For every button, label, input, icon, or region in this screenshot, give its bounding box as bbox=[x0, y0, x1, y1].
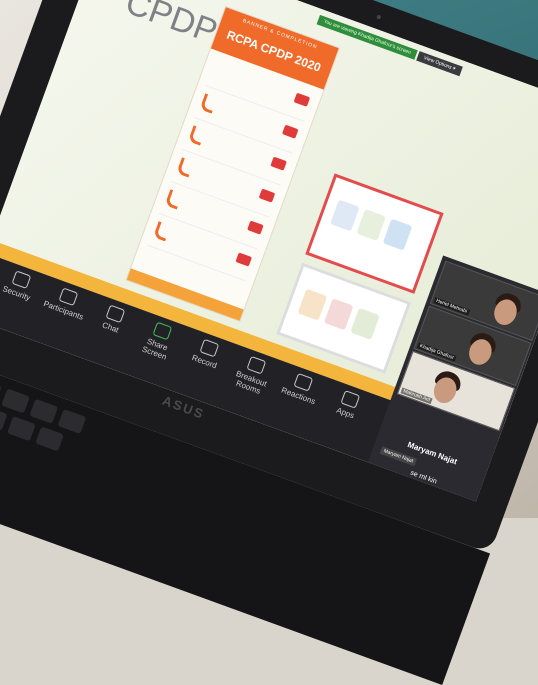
keyboard-key bbox=[29, 398, 59, 424]
view-options-button[interactable]: View Options ▾ bbox=[416, 51, 463, 77]
curved-arrow-icon bbox=[199, 93, 218, 114]
thumb-tile bbox=[382, 218, 413, 251]
play-icon bbox=[235, 252, 253, 267]
keyboard-key bbox=[0, 378, 2, 404]
keyboard-key bbox=[1, 388, 30, 414]
thumb-tile bbox=[297, 288, 328, 321]
keyboard-key bbox=[7, 416, 36, 442]
play-icon bbox=[281, 124, 299, 139]
slide-title: CPDP bbox=[120, 0, 223, 52]
play-icon bbox=[270, 156, 287, 171]
thumb-tile bbox=[330, 199, 360, 232]
thumb-tile bbox=[323, 298, 354, 331]
curved-arrow-icon bbox=[152, 221, 171, 242]
curved-arrow-icon bbox=[176, 157, 195, 178]
play-icon bbox=[247, 220, 264, 235]
laptop: CPDP BANNER & COMPLETION RCPA CPDP 2020 … bbox=[0, 0, 538, 685]
participant-name: Mahrukh Arif bbox=[400, 387, 433, 405]
play-icon bbox=[293, 92, 311, 107]
thumb-tile bbox=[350, 307, 380, 340]
curved-arrow-icon bbox=[187, 125, 206, 146]
keyboard-key bbox=[35, 426, 65, 452]
play-icon bbox=[258, 188, 276, 203]
keyboard-key bbox=[0, 405, 8, 431]
curved-arrow-icon bbox=[164, 189, 183, 210]
webcam bbox=[376, 14, 382, 20]
keyboard-key bbox=[57, 408, 87, 435]
thumb-tile bbox=[356, 209, 386, 241]
